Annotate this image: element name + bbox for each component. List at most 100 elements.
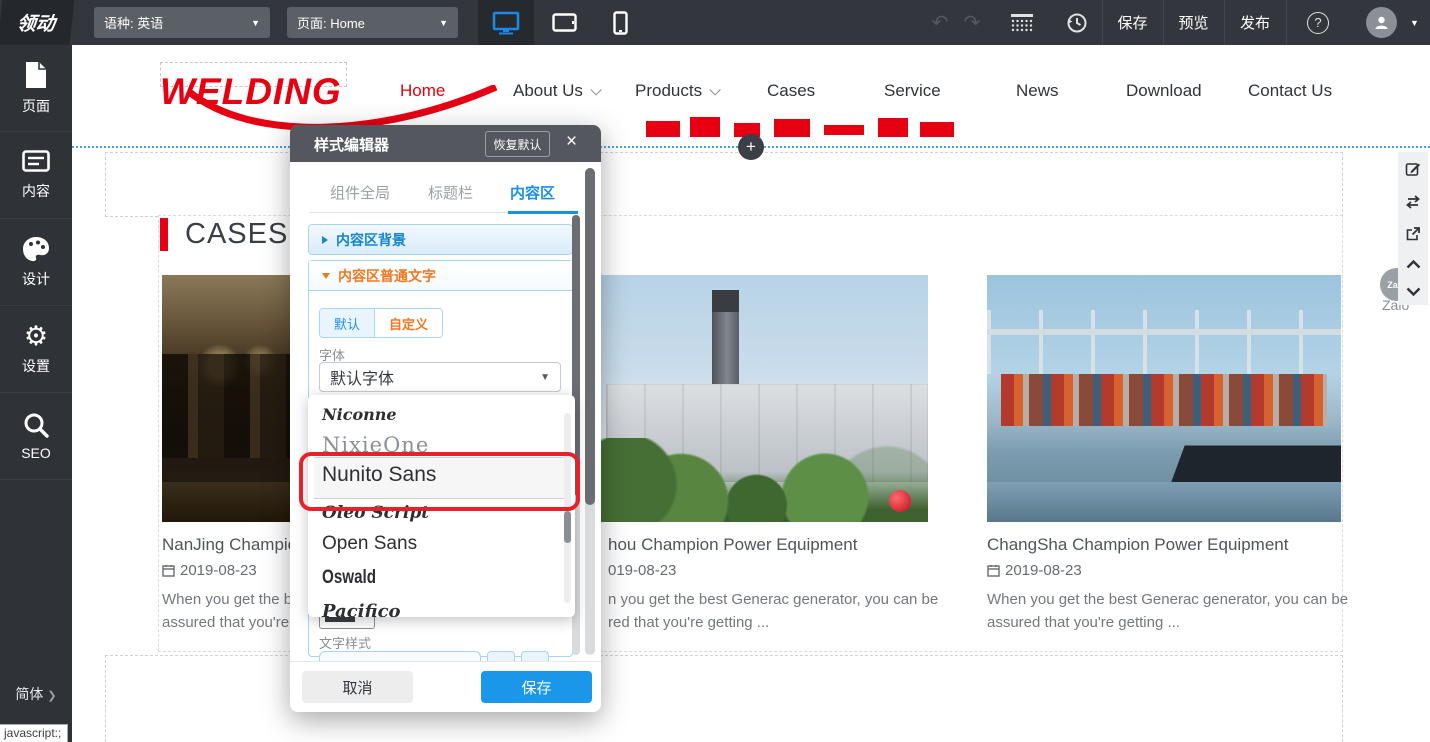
nav-cases[interactable]: Cases: [767, 81, 815, 101]
nav-download[interactable]: Download: [1126, 81, 1202, 101]
font-dropdown-list: Niconne NixieOne Nunito Sans Oleo Script…: [308, 395, 575, 617]
device-mobile-button[interactable]: [592, 0, 648, 45]
cases-title-accent: [160, 218, 168, 251]
chevron-down-icon[interactable]: ▼: [1410, 18, 1419, 28]
font-select[interactable]: 默认字体 ▼: [319, 362, 561, 392]
tablet-icon: [552, 13, 577, 32]
move-up-icon[interactable]: [1406, 260, 1421, 269]
language-dropdown[interactable]: 语种: 英语▼: [94, 7, 270, 38]
font-option-nunito-sans[interactable]: Nunito Sans: [322, 463, 436, 487]
publish-button[interactable]: 发布: [1224, 0, 1286, 45]
case-card-2[interactable]: hou Champion Power Equipment 019-08-23 n…: [585, 275, 928, 650]
font-option-open-sans[interactable]: Open Sans: [322, 533, 417, 555]
cancel-button[interactable]: 取消: [302, 671, 413, 703]
case2-title[interactable]: hou Champion Power Equipment: [608, 535, 857, 555]
text-style-label: 文字样式: [319, 633, 371, 652]
case3-date: 2019-08-23: [987, 562, 1082, 579]
font-option-nixieone[interactable]: NixieOne: [322, 433, 429, 457]
language-switch[interactable]: 简体❯: [0, 684, 72, 704]
chevron-down-icon: ▼: [540, 372, 550, 383]
device-tablet-button[interactable]: [536, 0, 592, 45]
gear-icon: ⚙: [24, 323, 48, 349]
move-down-icon[interactable]: [1406, 287, 1421, 296]
font-option-niconne[interactable]: Niconne: [322, 405, 397, 424]
nav-contact-us[interactable]: Contact Us: [1248, 81, 1332, 101]
modal-footer: 取消 保存: [290, 661, 601, 712]
redo-icon[interactable]: ↷: [957, 0, 987, 45]
tab-component-global[interactable]: 组件全局: [330, 182, 390, 203]
edit-icon[interactable]: [1405, 161, 1421, 177]
search-icon: [23, 412, 49, 438]
chevron-down-icon: [710, 84, 721, 95]
sidebar-item-design[interactable]: 设计: [0, 219, 72, 306]
modal-scrollbar-outer[interactable]: [585, 168, 595, 655]
user-avatar[interactable]: [1366, 7, 1397, 38]
left-sidebar: 页面 内容 设计 ⚙ 设置 SEO 简体❯ 白昼: [0, 45, 72, 742]
sidebar-item-pages[interactable]: 页面: [0, 45, 72, 132]
chevron-down-icon: ▼: [251, 18, 260, 28]
preview-button[interactable]: 预览: [1163, 0, 1224, 45]
external-link-icon[interactable]: [1405, 226, 1421, 242]
tab-content-area[interactable]: 内容区: [510, 182, 555, 203]
close-icon[interactable]: ×: [566, 131, 577, 153]
undo-icon[interactable]: ↶: [925, 0, 955, 45]
site-logo[interactable]: WELDING: [160, 71, 342, 113]
triangle-down-icon: [322, 273, 330, 279]
case1-title[interactable]: NanJing Champio: [162, 535, 297, 555]
case1-date: 2019-08-23: [162, 562, 257, 579]
modal-header: 样式编辑器 恢复默认 ×: [290, 125, 601, 162]
mode-toggle: 默认 自定义: [319, 308, 443, 338]
calendar-icon: [987, 564, 1000, 577]
status-link-hint: javascript:;: [0, 724, 68, 742]
font-option-oswald[interactable]: Oswald: [322, 567, 376, 589]
case3-excerpt-line2: assured that you're getting ...: [987, 614, 1180, 631]
case3-title[interactable]: ChangSha Champion Power Equipment: [987, 535, 1288, 555]
page-icon: [24, 61, 48, 89]
reset-default-button[interactable]: 恢复默认: [485, 131, 550, 157]
case1-excerpt-line1: When you get the be: [162, 591, 300, 608]
help-icon[interactable]: ?: [1305, 0, 1331, 45]
case3-excerpt-line1: When you get the best Generac generator,…: [987, 591, 1348, 608]
swap-icon[interactable]: [1405, 195, 1421, 209]
case3-image: [987, 275, 1341, 522]
nav-products[interactable]: Products: [635, 81, 717, 101]
case2-excerpt-line2: red that you're getting ...: [608, 614, 769, 631]
case2-image: [585, 275, 928, 522]
cases-section-title: CASES: [185, 218, 288, 251]
person-icon: [1373, 14, 1390, 31]
chevron-right-icon: ❯: [47, 690, 56, 702]
modal-title: 样式编辑器: [314, 134, 389, 155]
clipped-red-heading: [642, 115, 972, 143]
nav-about-us[interactable]: About Us: [513, 81, 598, 101]
mode-custom-button[interactable]: 自定义: [375, 309, 442, 337]
modal-tabs: 组件全局 标题栏 内容区: [310, 180, 575, 213]
history-icon[interactable]: [1060, 0, 1094, 45]
calendar-icon: [162, 564, 175, 577]
tab-title-bar[interactable]: 标题栏: [428, 182, 473, 203]
chevron-down-icon: ▼: [439, 18, 448, 28]
font-option-pacifico[interactable]: Pacifico: [322, 601, 401, 617]
save-style-button[interactable]: 保存: [481, 671, 592, 703]
add-section-button[interactable]: +: [738, 134, 764, 160]
nav-service[interactable]: Service: [884, 81, 941, 101]
sidebar-item-seo[interactable]: SEO: [0, 393, 72, 480]
red-marker-icon: [889, 490, 911, 512]
font-dropdown-scrollbar[interactable]: [564, 413, 571, 603]
page-dropdown[interactable]: 页面: Home▼: [287, 7, 458, 38]
sidebar-item-settings[interactable]: ⚙ 设置: [0, 306, 72, 393]
font-option-oleo-script[interactable]: Oleo Script: [322, 503, 429, 523]
device-desktop-button[interactable]: [478, 0, 534, 45]
save-button[interactable]: 保存: [1102, 0, 1163, 45]
app-logo[interactable]: 领动: [0, 0, 74, 45]
grid-layout-icon[interactable]: [1005, 0, 1039, 45]
accordion-content-background[interactable]: 内容区背景: [308, 224, 573, 255]
mode-default-button[interactable]: 默认: [320, 309, 375, 337]
nav-news[interactable]: News: [1016, 81, 1059, 101]
content-icon: [22, 150, 50, 174]
accordion-content-text-header[interactable]: 内容区普通文字: [309, 261, 572, 291]
case2-excerpt-line1: n you get the best Generac generator, yo…: [608, 591, 938, 608]
desktop-icon: [492, 11, 520, 35]
editor-app: WELDING Home About Us Products Cases Ser…: [0, 0, 1430, 742]
sidebar-item-content[interactable]: 内容: [0, 132, 72, 219]
case-card-3[interactable]: ChangSha Champion Power Equipment 2019-0…: [987, 275, 1341, 650]
